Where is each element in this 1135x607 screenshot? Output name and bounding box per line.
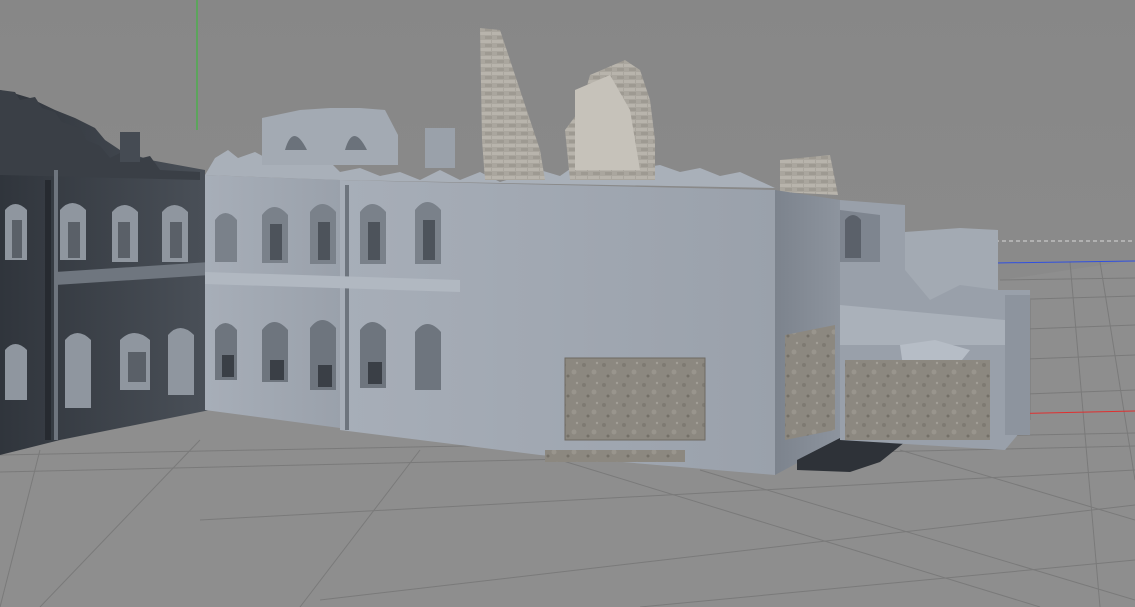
left-building[interactable]	[0, 90, 210, 455]
right-building[interactable]	[840, 200, 1030, 450]
axis-z-line	[994, 260, 1135, 264]
main-building[interactable]	[205, 28, 905, 475]
3d-viewport[interactable]	[0, 0, 1135, 607]
viewport-scene	[0, 0, 1135, 607]
